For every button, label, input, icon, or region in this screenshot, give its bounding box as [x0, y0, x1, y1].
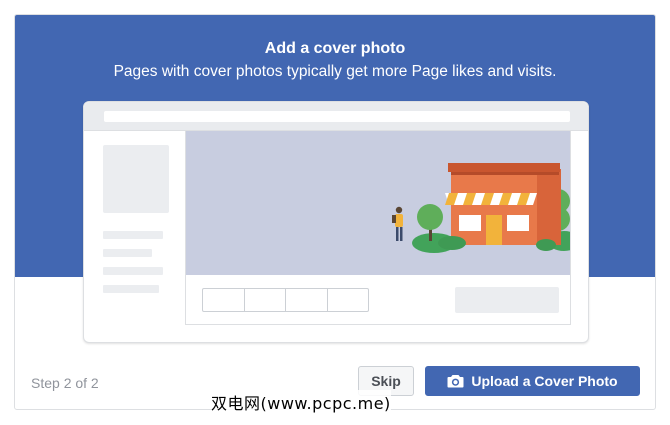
upload-button-label: Upload a Cover Photo: [471, 373, 618, 389]
preview-sidebar-line: [103, 249, 152, 257]
cover-photo-dialog: Add a cover photo Pages with cover photo…: [14, 14, 656, 410]
camera-icon: [447, 374, 464, 388]
preview-tab: [328, 289, 369, 311]
preview-profile-picture: [103, 145, 169, 213]
skip-button-label: Skip: [371, 373, 401, 389]
dialog-title: Add a cover photo: [264, 40, 406, 57]
preview-tab: [203, 289, 245, 311]
preview-action-button: [455, 287, 559, 313]
preview-cover-area: [186, 131, 570, 275]
preview-tab: [245, 289, 286, 311]
preview-tab: [286, 289, 328, 311]
preview-sidebar-line: [103, 267, 163, 275]
preview-sidebar-line: [103, 231, 163, 239]
dialog-subtitle: Pages with cover photos typically get mo…: [113, 63, 557, 80]
preview-sidebar-line: [103, 285, 159, 293]
upload-cover-photo-button[interactable]: Upload a Cover Photo: [425, 366, 640, 396]
preview-url-bar: [104, 111, 570, 122]
preview-main-content: [185, 131, 571, 325]
preview-tab-bar: [202, 288, 369, 312]
storefront-illustration: [392, 163, 570, 253]
site-watermark: 双电网(www.pcpc.me): [211, 390, 391, 414]
step-indicator: Step 2 of 2: [31, 375, 99, 391]
preview-page-body: [84, 130, 588, 342]
page-preview-mockup: [83, 101, 589, 343]
preview-browser-bar: [84, 102, 588, 130]
